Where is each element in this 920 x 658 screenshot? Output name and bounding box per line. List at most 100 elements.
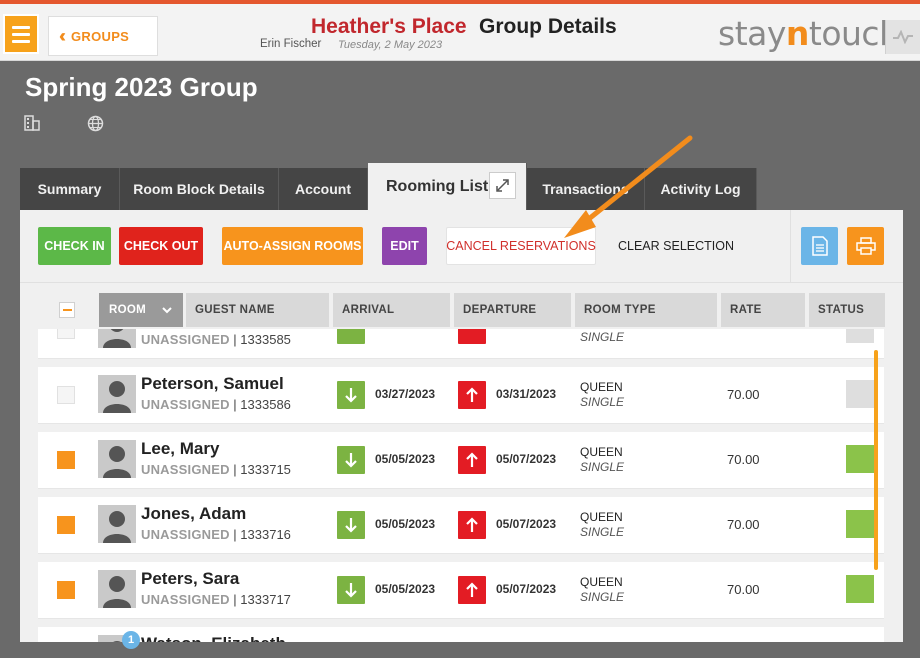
rooming-list-rows: UNASSIGNED | 1333585 SINGLE Peterson, Sa… xyxy=(20,329,903,642)
status-badge xyxy=(846,510,874,538)
menu-bar xyxy=(12,39,30,43)
status-badge xyxy=(846,445,874,473)
globe-icon[interactable] xyxy=(87,115,104,137)
table-row[interactable]: Peterson, Samuel UNASSIGNED | 1333586 03… xyxy=(38,367,884,424)
rate: 70.00 xyxy=(727,517,760,532)
arrival-date: 05/05/2023 xyxy=(375,452,436,466)
menu-bar xyxy=(12,25,30,29)
status-badge xyxy=(846,380,874,408)
arrival-icon xyxy=(337,329,365,344)
room-column-sort[interactable]: ROOM xyxy=(99,293,183,327)
user-name: Erin Fischer xyxy=(260,38,322,50)
arrival-date: 05/05/2023 xyxy=(375,582,436,596)
departure-column[interactable]: DEPARTURE xyxy=(454,293,571,327)
table-row[interactable]: UNASSIGNED | 1333585 SINGLE xyxy=(38,329,884,359)
back-to-groups-button[interactable]: ‹‹ GROUPS xyxy=(48,16,158,56)
tab-transactions[interactable]: Transactions xyxy=(527,168,645,210)
guest-name[interactable]: Peterson, Samuel xyxy=(141,374,284,394)
arrival-icon xyxy=(337,381,365,409)
departure-date: 05/07/2023 xyxy=(496,517,557,531)
tab-account[interactable]: Account xyxy=(279,168,368,210)
departure-date: 05/07/2023 xyxy=(496,452,557,466)
hamburger-menu-button[interactable] xyxy=(3,14,39,54)
tab-summary[interactable]: Summary xyxy=(20,168,120,210)
hotel-name: Heather's Place xyxy=(311,15,467,38)
table-row[interactable]: Jones, Adam UNASSIGNED | 1333716 05/05/2… xyxy=(38,497,884,554)
business-date: Tuesday, 2 May 2023 xyxy=(338,39,443,51)
room-type: QUEEN SINGLE xyxy=(580,380,625,409)
room-type-column[interactable]: ROOM TYPE xyxy=(575,293,717,327)
table-row[interactable]: Peters, Sara UNASSIGNED | 1333717 05/05/… xyxy=(38,562,884,619)
row-checkbox[interactable] xyxy=(57,516,75,534)
room-type: QUEEN SINGLE xyxy=(580,445,625,474)
arrival-icon xyxy=(337,576,365,604)
departure-icon xyxy=(458,381,486,409)
room-and-confirmation: UNASSIGNED | 1333716 xyxy=(141,527,291,542)
row-checkbox[interactable] xyxy=(57,386,75,404)
edit-button[interactable]: EDIT xyxy=(382,227,427,265)
list-scrollbar[interactable] xyxy=(874,350,878,570)
departure-date: 05/07/2023 xyxy=(496,582,557,596)
check-in-button[interactable]: CHECK IN xyxy=(38,227,111,265)
activity-pulse-button[interactable] xyxy=(885,20,920,54)
room-and-confirmation: UNASSIGNED | 1333717 xyxy=(141,592,291,607)
room-type: QUEEN SINGLE xyxy=(580,575,625,604)
app-header: ‹‹ GROUPS Heather's Place Group Details … xyxy=(0,4,920,61)
avatar xyxy=(98,505,136,543)
page-title: Group Details xyxy=(479,15,617,38)
print-button[interactable] xyxy=(847,227,884,265)
guest-name[interactable]: Lee, Mary xyxy=(141,439,219,459)
room-column-label: ROOM xyxy=(109,304,146,316)
row-checkbox[interactable] xyxy=(57,451,75,469)
departure-icon xyxy=(458,576,486,604)
rate-column[interactable]: RATE xyxy=(721,293,805,327)
select-all-checkbox[interactable] xyxy=(59,302,75,318)
status-badge xyxy=(846,575,874,603)
table-row[interactable]: Lee, Mary UNASSIGNED | 1333715 05/05/202… xyxy=(38,432,884,489)
rooming-list-toolbar: CHECK IN CHECK OUT AUTO-ASSIGN ROOMS EDI… xyxy=(20,210,903,283)
room-and-confirmation: UNASSIGNED | 1333585 xyxy=(141,332,291,347)
room-and-confirmation: UNASSIGNED | 1333715 xyxy=(141,462,291,477)
status-badge xyxy=(846,329,874,343)
minus-icon xyxy=(62,309,72,311)
room-type: QUEEN SINGLE xyxy=(580,510,625,539)
room-and-confirmation: UNASSIGNED | 1333586 xyxy=(141,397,291,412)
guest-name: Watson, Elizabeth xyxy=(141,634,301,642)
room-type: SINGLE xyxy=(580,330,625,344)
cancel-reservations-button[interactable]: CANCEL RESERVATIONS xyxy=(446,227,596,265)
printer-icon xyxy=(855,237,876,255)
arrival-icon xyxy=(337,446,365,474)
expand-icon[interactable] xyxy=(489,172,516,199)
row-checkbox[interactable] xyxy=(57,329,75,339)
departure-icon xyxy=(458,446,486,474)
stayntouch-logo: stayntouch xyxy=(718,14,900,53)
group-title: Spring 2023 Group xyxy=(25,72,258,102)
arrival-date: 03/27/2023 xyxy=(375,387,436,401)
arrival-date: 05/05/2023 xyxy=(375,517,436,531)
clear-selection-button[interactable]: CLEAR SELECTION xyxy=(610,227,742,265)
groups-button-label: GROUPS xyxy=(71,28,130,44)
menu-bar xyxy=(12,32,30,36)
avatar xyxy=(98,440,136,478)
avatar xyxy=(98,570,136,608)
check-out-button[interactable]: CHECK OUT xyxy=(119,227,203,265)
tab-room-block-details[interactable]: Room Block Details xyxy=(120,168,279,210)
tab-rooming-list-label: Rooming List xyxy=(386,177,489,195)
guest-name[interactable]: Jones, Adam xyxy=(141,504,246,524)
document-button[interactable] xyxy=(801,227,838,265)
auto-assign-rooms-button[interactable]: AUTO-ASSIGN ROOMS xyxy=(222,227,363,265)
departure-icon xyxy=(458,511,486,539)
avatar xyxy=(98,375,136,413)
departure-date: 03/31/2023 xyxy=(496,387,557,401)
building-icon[interactable] xyxy=(24,115,40,136)
departure-icon xyxy=(458,329,486,344)
row-checkbox[interactable] xyxy=(57,581,75,599)
double-chevron-left-icon: ‹‹ xyxy=(59,25,66,46)
tab-rooming-list[interactable]: Rooming List xyxy=(368,163,527,210)
guest-name[interactable]: Peters, Sara xyxy=(141,569,239,589)
arrival-column[interactable]: ARRIVAL xyxy=(333,293,450,327)
tab-activity-log[interactable]: Activity Log xyxy=(645,168,757,210)
chevron-down-icon xyxy=(162,307,172,314)
guest-name-column[interactable]: GUEST NAME xyxy=(186,293,329,327)
status-column[interactable]: STATUS xyxy=(809,293,885,327)
